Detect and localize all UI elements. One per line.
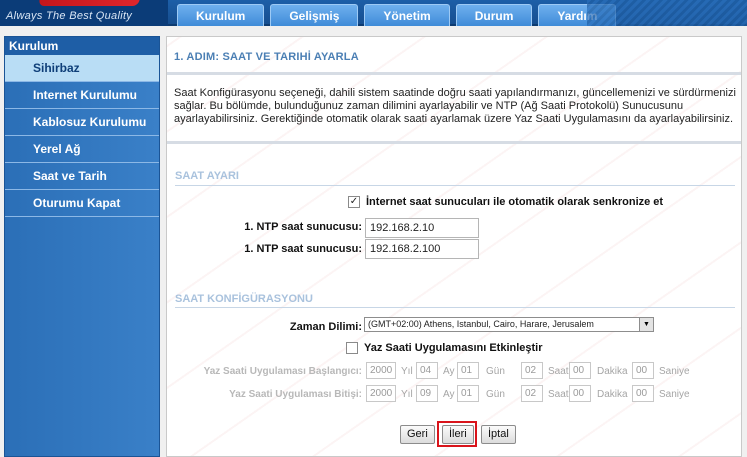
dst-end-second[interactable]: 00 <box>632 385 654 402</box>
dst-label: Yaz Saati Uygulamasını Etkinleştir <box>364 342 543 354</box>
dst-end-hour[interactable]: 02 <box>521 385 543 402</box>
tab-kurulum[interactable]: Kurulum <box>177 4 265 26</box>
unit-hour: Saat <box>548 366 569 377</box>
dst-end-day[interactable]: 01 <box>457 385 479 402</box>
dst-end-month[interactable]: 09 <box>416 385 438 402</box>
dst-start-minute[interactable]: 00 <box>569 362 591 379</box>
sidebar: Kurulum Sihirbaz Internet Kurulumu Kablo… <box>4 36 160 457</box>
section-title-time-config: SAAT KONFİGÜRASYONU <box>175 293 313 305</box>
section-title-time-settings: SAAT AYARI <box>175 170 239 182</box>
unit-minute: Dakika <box>597 389 628 400</box>
dst-start-label: Yaz Saati Uygulaması Başlangıcı: <box>203 366 362 377</box>
sidebar-item-yerel-ag[interactable]: Yerel Ağ <box>5 136 159 163</box>
main-panel: 1. ADIM: SAAT VE TARIHİ AYARLA Saat Konf… <box>166 36 742 457</box>
back-button[interactable]: Geri <box>400 425 435 444</box>
unit-month: Ay <box>443 389 455 400</box>
dst-end-minute[interactable]: 00 <box>569 385 591 402</box>
dst-start-hour[interactable]: 02 <box>521 362 543 379</box>
ntp2-input[interactable] <box>365 239 479 259</box>
dst-start-day[interactable]: 01 <box>457 362 479 379</box>
brand-area: Always The Best Quality <box>0 0 168 26</box>
dst-start-year[interactable]: 2000 <box>366 362 396 379</box>
tab-yonetim[interactable]: Yönetim <box>364 4 450 26</box>
next-button[interactable]: İleri <box>442 425 474 444</box>
title-divider <box>167 72 741 75</box>
ntp1-label: 1. NTP saat sunucusu: <box>244 221 362 233</box>
dst-start-second[interactable]: 00 <box>632 362 654 379</box>
unit-second: Saniye <box>659 389 690 400</box>
brand-tagline: Always The Best Quality <box>6 10 133 22</box>
unit-hour: Saat <box>548 389 569 400</box>
timezone-label: Zaman Dilimi: <box>289 321 362 333</box>
unit-year: Yıl <box>401 389 413 400</box>
sidebar-heading: Kurulum <box>5 37 159 55</box>
top-navigation-bar: Always The Best Quality Kurulum Gelişmiş… <box>0 0 747 26</box>
description-divider <box>167 141 741 144</box>
dst-start-month[interactable]: 04 <box>416 362 438 379</box>
timezone-select[interactable]: (GMT+02:00) Athens, Istanbul, Cairo, Har… <box>364 317 654 332</box>
brand-logo <box>38 0 142 6</box>
page-description: Saat Konfigürasyonu seçeneği, dahili sis… <box>174 87 736 125</box>
tab-gelismis[interactable]: Gelişmiş <box>270 4 359 26</box>
sidebar-item-sihirbaz[interactable]: Sihirbaz <box>5 55 159 82</box>
header-decoration <box>587 0 747 26</box>
unit-month: Ay <box>443 366 455 377</box>
dst-end-year[interactable]: 2000 <box>366 385 396 402</box>
dst-checkbox[interactable] <box>346 342 358 354</box>
sidebar-item-oturumu-kapat[interactable]: Oturumu Kapat <box>5 190 159 217</box>
unit-year: Yıl <box>401 366 413 377</box>
unit-minute: Dakika <box>597 366 628 377</box>
unit-second: Saniye <box>659 366 690 377</box>
sidebar-item-internet-kurulumu[interactable]: Internet Kurulumu <box>5 82 159 109</box>
auto-sync-checkbox[interactable]: ✓ <box>348 196 360 208</box>
ntp2-label: 1. NTP saat sunucusu: <box>244 243 362 255</box>
section-divider <box>175 185 735 186</box>
cancel-button[interactable]: İptal <box>481 425 516 444</box>
auto-sync-label: İnternet saat sunucuları ile otomatik ol… <box>366 196 664 208</box>
section-divider <box>175 307 735 308</box>
sidebar-item-saat-ve-tarih[interactable]: Saat ve Tarih <box>5 163 159 190</box>
page-title: 1. ADIM: SAAT VE TARIHİ AYARLA <box>174 51 359 63</box>
chevron-down-icon: ▼ <box>639 318 653 331</box>
dst-end-label: Yaz Saati Uygulaması Bitişi: <box>229 389 362 400</box>
ntp1-input[interactable] <box>365 218 479 238</box>
unit-day: Gün <box>486 366 505 377</box>
tab-durum[interactable]: Durum <box>455 4 533 26</box>
timezone-value: (GMT+02:00) Athens, Istanbul, Cairo, Har… <box>368 319 594 329</box>
main-tabs: Kurulum Gelişmiş Yönetim Durum Yardım <box>177 4 617 26</box>
unit-day: Gün <box>486 389 505 400</box>
sidebar-item-kablosuz-kurulumu[interactable]: Kablosuz Kurulumu <box>5 109 159 136</box>
